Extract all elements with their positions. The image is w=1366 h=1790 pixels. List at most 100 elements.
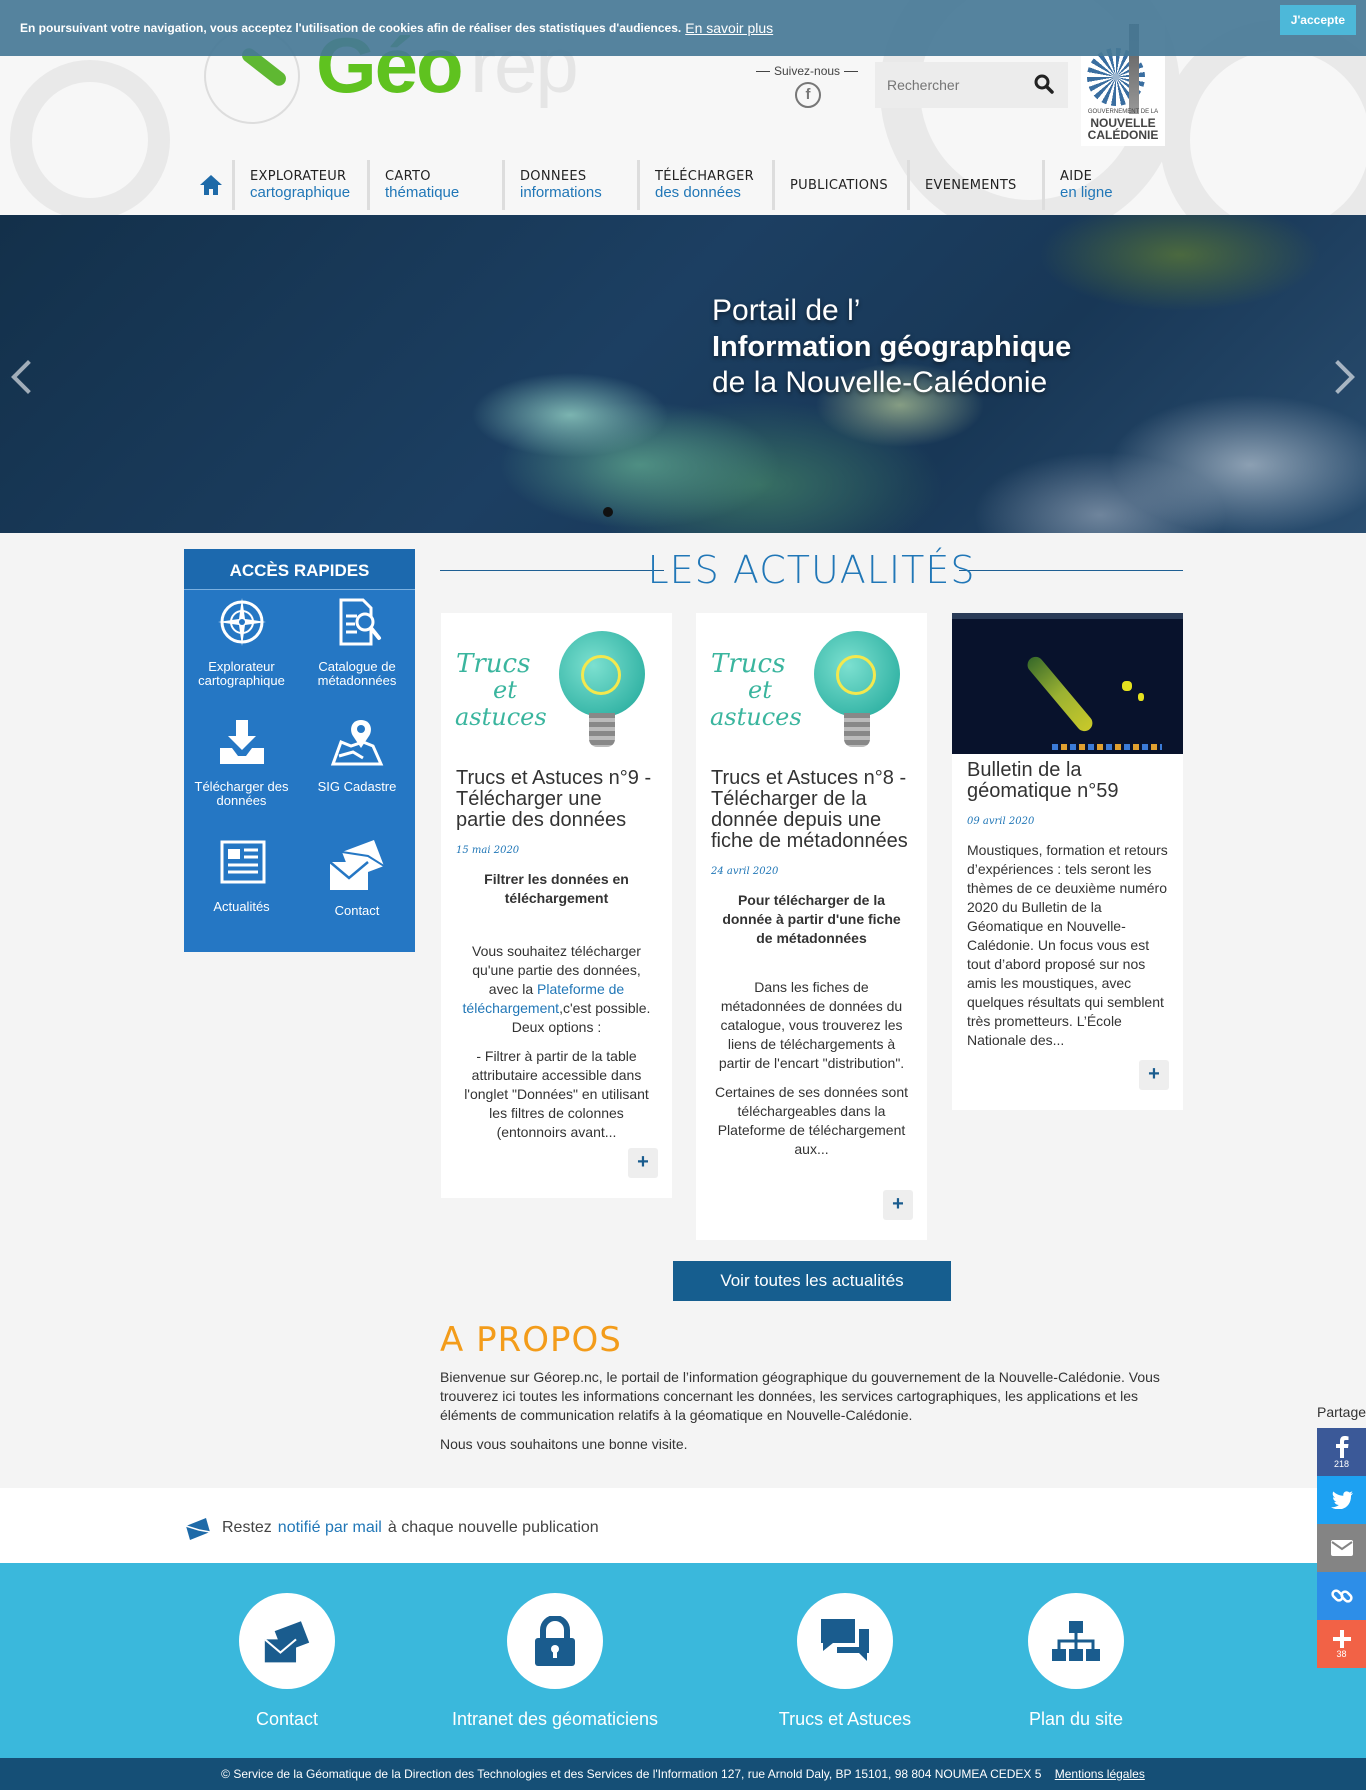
quick-access-telecharger[interactable]: Télécharger des données [184, 716, 299, 836]
thumbnail-text: astuces [455, 703, 547, 731]
footer-link-contact[interactable]: Contact [187, 1593, 387, 1730]
footer-link-sitemap[interactable]: Plan du site [976, 1593, 1176, 1730]
nav-carto[interactable]: CARTO thématique [367, 160, 502, 210]
cookie-message: En poursuivant votre navigation, vous ac… [20, 21, 682, 35]
news-card-date: 09 avril 2020 [967, 816, 1035, 827]
lock-icon [535, 1616, 575, 1666]
nav-donnees[interactable]: DONNEES informations [502, 160, 637, 210]
envelope-icon [264, 1621, 310, 1663]
follow-us: Suivez-nous [752, 64, 862, 78]
share-link-button[interactable] [1317, 1572, 1366, 1620]
nav-label: DONNEES [520, 169, 587, 184]
document-search-icon [339, 598, 381, 646]
quick-access-catalogue[interactable]: Catalogue de métadonnées [299, 596, 415, 716]
quick-access-explorateur[interactable]: Explorateur cartographique [184, 596, 299, 716]
nav-evenements[interactable]: EVENEMENTS [907, 160, 1042, 210]
news-section-title: LES ACTUALITÉS [440, 548, 1183, 592]
share-twitter-button[interactable] [1317, 1476, 1366, 1524]
more-share-count: 38 [1336, 1648, 1347, 1659]
quick-access-label: Télécharger des données [194, 779, 289, 808]
news-card-body: Dans les fiches de métadonnées de donnée… [718, 979, 905, 1071]
main-nav: EXPLORATEUR cartographique CARTO thématiqu… [190, 160, 1177, 210]
read-more-button[interactable]: + [628, 1148, 658, 1178]
facebook-follow-icon[interactable]: f [795, 82, 821, 108]
news-card-title[interactable]: Bulletin de la géomatique n°59 [952, 754, 1183, 802]
news-thumbnail[interactable]: Trucs et astuces [696, 613, 927, 754]
notify-link[interactable]: notifié par mail [278, 1519, 382, 1537]
plus-icon [1332, 1629, 1351, 1648]
footer-link-label: Contact [255, 1709, 319, 1729]
thumbnail-text: et [493, 676, 517, 704]
quick-access-label: SIG Cadastre [317, 779, 397, 794]
nav-telecharger[interactable]: TÉLÉCHARGER des données [637, 160, 772, 210]
news-card-body: Moustiques, formation et retours d’expér… [967, 842, 1168, 1048]
share-email-button[interactable] [1317, 1524, 1366, 1572]
footer-links: Contact Intranet des géomaticiens Trucs … [0, 1563, 1366, 1758]
news-thumbnail[interactable] [952, 613, 1183, 754]
all-news-button[interactable]: Voir toutes les actualités [673, 1261, 951, 1301]
footer-link-label: Intranet des géomaticiens [451, 1709, 659, 1729]
nav-label: EXPLORATEUR [250, 169, 347, 184]
footer-link-intranet[interactable]: Intranet des géomaticiens [430, 1593, 680, 1730]
legal-link[interactable]: Mentions légales [1055, 1767, 1145, 1781]
hero-line3: de la Nouvelle-Calédonie [712, 366, 1048, 399]
news-card-title[interactable]: Trucs et Astuces n°8 - Télécharger de la… [696, 754, 927, 852]
nav-publications[interactable]: PUBLICATIONS [772, 160, 907, 210]
news-card-subtitle: Filtrer les données en téléchargement [484, 871, 629, 906]
cookie-banner: En poursuivant votre navigation, vous ac… [0, 0, 1366, 56]
download-icon [219, 720, 264, 764]
nav-sublabel: informations [520, 184, 602, 201]
link-icon [1330, 1589, 1353, 1603]
hero-line1: Portail de l’ [712, 294, 861, 327]
government-logo-line2: NOUVELLE CALÉDONIE [1087, 116, 1159, 142]
quick-access-label: Explorateur cartographique [198, 659, 285, 688]
quick-access-label: Actualités [213, 899, 270, 914]
read-more-button[interactable]: + [1139, 1060, 1169, 1090]
mail-icon [1330, 1540, 1353, 1556]
facebook-share-count: 218 [1333, 1458, 1350, 1469]
map-feature [1122, 681, 1132, 691]
lightbulb-dial [581, 655, 621, 695]
nav-explorateur[interactable]: EXPLORATEUR cartographique [232, 160, 367, 210]
cookie-more-link[interactable]: En savoir plus [685, 20, 773, 36]
home-icon [200, 175, 222, 195]
quick-access-label: Contact [334, 903, 380, 918]
hero-line2: Information géographique [712, 331, 1072, 363]
share-bar: Partage 218 38 [1317, 1404, 1366, 1668]
share-more-button[interactable]: 38 [1317, 1620, 1366, 1668]
quick-access-contact[interactable]: Contact [299, 836, 415, 956]
footer-link-tips[interactable]: Trucs et Astuces [745, 1593, 945, 1730]
slider-prev-icon[interactable] [11, 360, 45, 394]
quick-access-cadastre[interactable]: SIG Cadastre [299, 716, 415, 836]
news-card: Trucs et astuces Trucs et Astuces n°8 - … [696, 613, 927, 1240]
notify-bar: Restez notifié par mail à chaque nouvell… [0, 1488, 1366, 1563]
news-thumbnail[interactable]: Trucs et astuces [441, 613, 672, 754]
cookie-accept-button[interactable]: J'accepte [1279, 5, 1356, 35]
slider-next-icon[interactable] [1321, 360, 1355, 394]
home-button[interactable] [190, 160, 232, 210]
news-card-body: Certaines de ses données sont télécharge… [714, 1084, 908, 1157]
search-icon[interactable] [1034, 74, 1054, 94]
quick-access-actualites[interactable]: Actualités [184, 836, 299, 956]
share-facebook-button[interactable]: 218 [1317, 1428, 1366, 1476]
news-card: Trucs et astuces Trucs et Astuces n°9 - … [441, 613, 672, 1198]
nav-aide[interactable]: AIDE en ligne [1042, 160, 1177, 210]
news-card-title[interactable]: Trucs et Astuces n°9 - Télécharger une p… [441, 754, 672, 831]
envelope-icon [329, 840, 385, 890]
about-paragraph: Nous vous souhaitons une bonne visite. [440, 1436, 688, 1452]
map-legend [1052, 744, 1162, 750]
nav-sublabel: thématique [385, 184, 460, 201]
news-card-date: 15 mai 2020 [456, 845, 520, 856]
nav-label: CARTO [385, 169, 431, 184]
nav-label: PUBLICATIONS [790, 177, 888, 193]
slider-dot[interactable] [603, 507, 613, 517]
news-card-body: - Filtrer à partir de la table attributa… [464, 1048, 649, 1140]
news-title: LES ACTUALITÉS [647, 548, 976, 592]
about-paragraph: Bienvenue sur Géorep.nc, le portail de l… [440, 1369, 1160, 1423]
share-label: Partage [1317, 1404, 1366, 1420]
search-input[interactable] [875, 62, 1025, 108]
footer-link-label: Trucs et Astuces [778, 1709, 912, 1729]
thumbnail-text: Trucs [711, 649, 786, 679]
facebook-icon [1335, 1435, 1348, 1458]
read-more-button[interactable]: + [883, 1190, 913, 1220]
